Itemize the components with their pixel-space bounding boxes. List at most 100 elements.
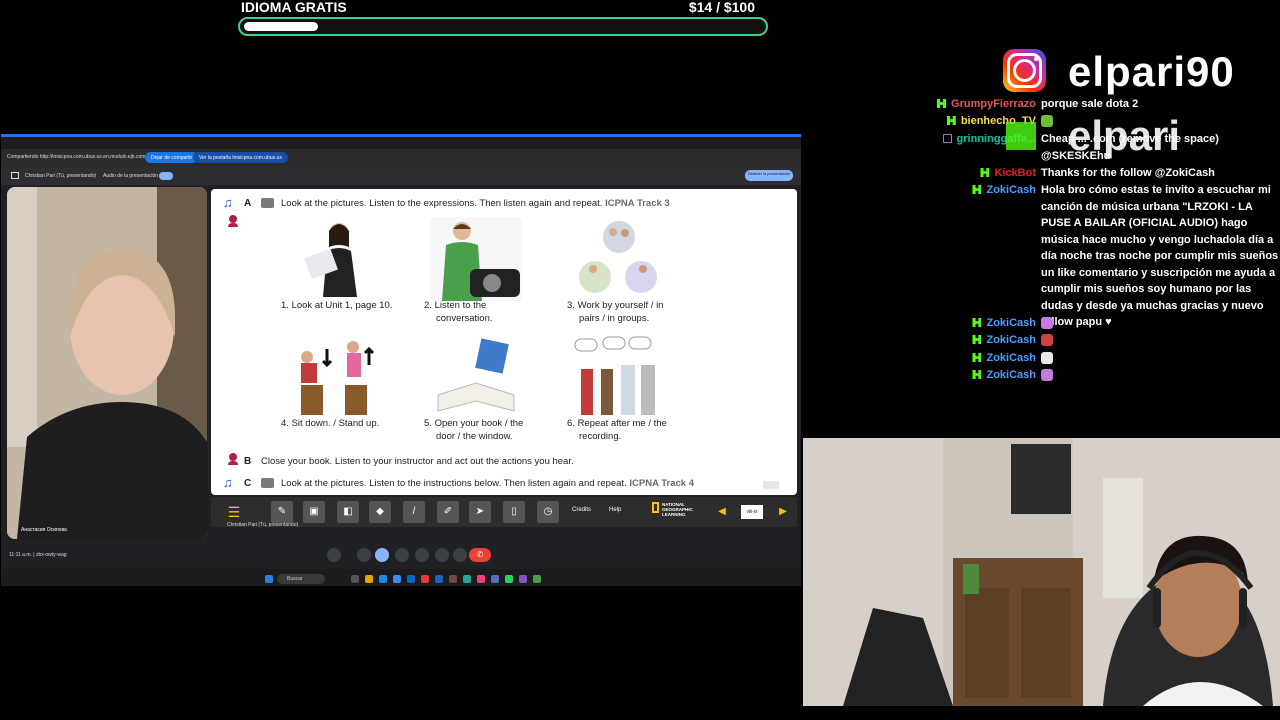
chat-username[interactable]: ZokiCash [986,332,1036,349]
eraser-icon[interactable]: ◆ [369,501,391,523]
help-button[interactable]: Help [609,507,621,513]
presenter-label: Christian Pari (Tú, presentando) [25,173,97,179]
explorer-icon[interactable] [365,575,373,583]
edge-icon[interactable] [379,575,387,583]
more-options-button[interactable] [453,548,467,562]
kick-badge-icon [946,116,956,125]
app-icon[interactable] [533,575,541,583]
pen-icon[interactable]: / [403,501,425,523]
chat-text: Thanks for the follow @ZokiCash [1041,167,1215,179]
present-button[interactable] [375,548,389,562]
windows-start-icon[interactable] [265,575,273,583]
section-b-letter: B [244,456,252,467]
chat-username[interactable]: GrumpyFierrazo [951,96,1036,113]
chat-emote-icon [1041,369,1053,381]
url-bar: Compartiendo http://lmsicpna.com.ubus.us… [1,149,801,167]
pointer-icon[interactable]: ➤ [469,501,491,523]
emoji-button[interactable] [395,548,409,562]
stop-sharing-button[interactable]: Dejar de compartir [145,152,199,163]
audio-label: Audio de la presentación [103,173,159,179]
page-icon[interactable]: ▯ [503,501,525,523]
textbook-slide: ♫ A Look at the pictures. Listen to the … [211,189,797,495]
picture-repeat [573,335,665,419]
end-call-button[interactable]: ✆ [469,548,491,562]
captions-button[interactable] [415,548,429,562]
speaker-icon[interactable] [261,478,274,488]
national-geographic-logo: NATIONAL GEOGRAPHIC LEARNING [652,502,696,522]
caption-6: 6. Repeat after me / the recording. [567,418,667,442]
chat-username[interactable]: ZokiCash [986,350,1036,367]
stop-presenting-button[interactable]: Detener la presentación [745,170,793,181]
presenting-label: Christian Pari (Tú, presentando) [227,522,299,528]
task-view-icon[interactable] [351,575,359,583]
camera-button[interactable] [357,548,371,562]
instagram-icon [1003,49,1046,92]
previous-page-icon[interactable]: ◀ [711,501,733,523]
chat-username[interactable]: ZokiCash [986,367,1036,384]
caption-5: 5. Open your book / the door / the windo… [424,418,524,442]
highlight-tool-icon[interactable]: ✎ [271,501,293,523]
app-icon[interactable] [519,575,527,583]
sticky-note-icon[interactable]: ◧ [337,501,359,523]
chat-text: porque sale dota 2 [1041,98,1139,110]
page-indicator[interactable]: viii-ix [741,505,763,519]
whatsapp-icon[interactable] [505,575,513,583]
timer-icon[interactable]: ◷ [537,501,559,523]
app-icon[interactable] [491,575,499,583]
section-a-track: ICPNA Track 3 [605,198,670,209]
taskbar-search[interactable]: Buscar [277,574,325,584]
chat-text: Hola bro cómo estas te invito a escuchar… [1041,184,1279,328]
instagram-handle: elpari90 [1068,48,1235,95]
app-icon[interactable] [463,575,471,583]
chat-emote-icon [1041,115,1053,127]
goal-amount: $14 / $100 [688,0,755,15]
goal-progress-bar [238,17,768,36]
scroll-down-icon[interactable] [763,481,779,489]
participant-video [7,187,207,539]
music-note-icon: ♫ [223,475,233,490]
microphone-icon [228,453,238,465]
kick-badge-icon [937,99,947,108]
speaker-icon[interactable] [261,198,274,208]
app-icon[interactable] [435,575,443,583]
credits-button[interactable]: Credits [572,507,591,513]
chat-username[interactable]: ZokiCash [986,182,1036,199]
raise-hand-button[interactable] [435,548,449,562]
meet-presentation-bar: Christian Pari (Tú, presentando) Audio d… [1,167,801,185]
section-c-instructions: Look at the pictures. Listen to the inst… [281,478,694,489]
present-icon [11,172,19,179]
windows-taskbar: Buscar [1,569,801,586]
streamer-webcam [803,438,1280,706]
marker-icon[interactable]: ✐ [437,501,459,523]
kick-badge-icon [972,353,982,362]
caption-4: 4. Sit down. / Stand up. [281,418,380,429]
app-icon[interactable] [421,575,429,583]
app-icon[interactable] [477,575,485,583]
chrome-icon[interactable] [393,575,401,583]
next-page-icon[interactable]: ▶ [772,501,794,523]
menu-icon[interactable]: ☰ [223,501,245,523]
participant-video-tile: Анастасия Осипова [7,187,207,539]
chat-username[interactable]: KickBot [994,165,1036,182]
caption-3: 3. Work by yourself / in pairs / in grou… [567,300,664,324]
chat-username[interactable]: ZokiCash [986,315,1036,332]
goal-progress-fill [244,22,318,31]
section-c-track: ICPNA Track 4 [629,478,694,489]
chat-emote-icon [1041,334,1053,346]
goal-title: IDIOMA GRATIS [241,0,347,15]
microphone-button[interactable] [327,548,341,562]
switch-tab-button[interactable]: Ver la pestaña lmsicpna.com.ubus.us [193,152,288,163]
app-icon[interactable] [407,575,415,583]
kick-badge-icon [972,318,982,327]
presentation-tool-icon[interactable]: ▣ [303,501,325,523]
section-a-instructions: Look at the pictures. Listen to the expr… [281,198,670,209]
screen-share-window: Compartiendo http://lmsicpna.com.ubus.us… [1,134,801,586]
url-text: Compartiendo http://lmsicpna.com.ubus.us… [7,154,146,160]
app-icon[interactable] [449,575,457,583]
meeting-time: 11:11 a.m. | zbx-owty-wag [9,552,67,558]
twitch-badge-icon [942,134,952,143]
kick-badge-icon [972,370,982,379]
audio-toggle[interactable] [159,172,173,180]
caption-2: 2. Listen to the conversation. [424,300,493,324]
chat-emote-icon [1041,317,1053,329]
